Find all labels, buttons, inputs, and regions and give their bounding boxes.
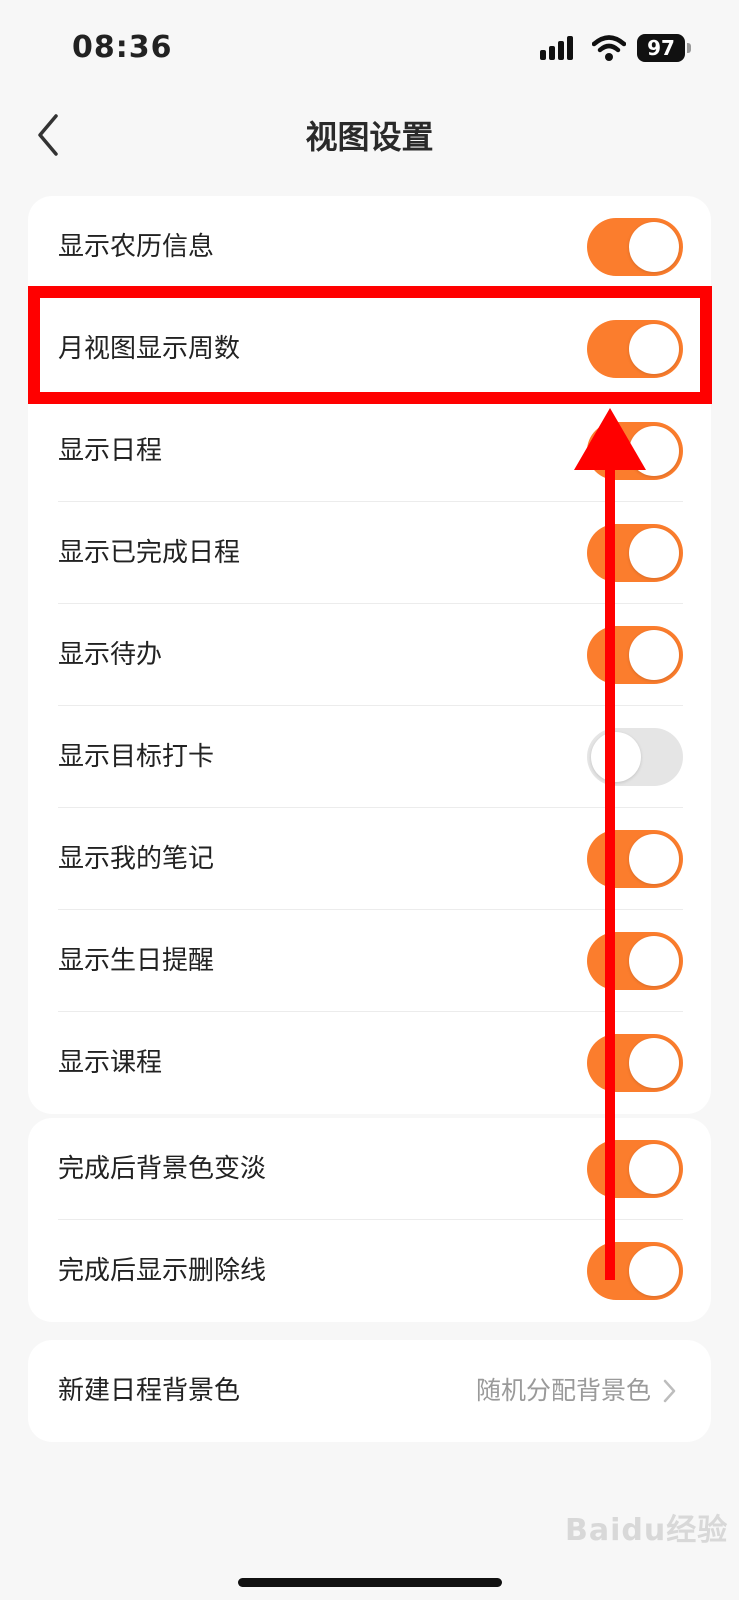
battery-icon: 97 (637, 34, 685, 62)
setting-label: 显示农历信息 (58, 232, 215, 262)
setting-row-lunar: 显示农历信息 (28, 196, 711, 298)
setting-row-notes: 显示我的笔记 (28, 808, 711, 910)
status-bar: 08:36 97 (0, 0, 739, 90)
completion-settings-card: 完成后背景色变淡 完成后显示删除线 (28, 1118, 711, 1322)
todo-toggle[interactable] (587, 626, 683, 684)
setting-label: 显示课程 (58, 1048, 163, 1078)
wifi-icon (592, 35, 626, 61)
fade-background-toggle[interactable] (587, 1140, 683, 1198)
setting-label: 显示我的笔记 (58, 844, 215, 874)
setting-label: 完成后显示删除线 (58, 1256, 267, 1286)
notes-toggle[interactable] (587, 830, 683, 888)
setting-row-goal-checkin: 显示目标打卡 (28, 706, 711, 808)
setting-row-fade-background: 完成后背景色变淡 (28, 1118, 711, 1220)
setting-row-completed-schedule: 显示已完成日程 (28, 502, 711, 604)
strikethrough-toggle[interactable] (587, 1242, 683, 1300)
chevron-right-icon (663, 1379, 676, 1403)
goal-checkin-toggle[interactable] (587, 728, 683, 786)
completed-schedule-toggle[interactable] (587, 524, 683, 582)
setting-label: 新建日程背景色 (58, 1376, 241, 1406)
courses-toggle[interactable] (587, 1034, 683, 1092)
setting-label: 显示目标打卡 (58, 742, 215, 772)
setting-value: 随机分配背景色 (475, 1376, 651, 1405)
status-time: 08:36 (72, 30, 173, 65)
setting-row-new-schedule-color[interactable]: 新建日程背景色 随机分配背景色 (28, 1340, 711, 1442)
setting-row-birthday: 显示生日提醒 (28, 910, 711, 1012)
home-indicator[interactable] (238, 1578, 502, 1587)
highlight-annotation-box (28, 286, 712, 404)
battery-tip (687, 43, 691, 53)
lunar-toggle[interactable] (587, 218, 683, 276)
setting-label: 显示日程 (58, 436, 163, 466)
setting-label: 显示生日提醒 (58, 946, 215, 976)
setting-label: 显示待办 (58, 640, 163, 670)
setting-label: 显示已完成日程 (58, 538, 241, 568)
page-title: 视图设置 (305, 118, 434, 156)
schedule-toggle[interactable] (587, 422, 683, 480)
setting-label: 完成后背景色变淡 (58, 1154, 267, 1184)
setting-row-todo: 显示待办 (28, 604, 711, 706)
watermark: Baidu经验 (565, 1513, 729, 1548)
birthday-toggle[interactable] (587, 932, 683, 990)
setting-row-schedule: 显示日程 (28, 400, 711, 502)
setting-row-strikethrough: 完成后显示删除线 (28, 1220, 711, 1322)
setting-row-courses: 显示课程 (28, 1012, 711, 1114)
cellular-signal-icon (540, 36, 578, 60)
background-color-card: 新建日程背景色 随机分配背景色 (28, 1340, 711, 1442)
